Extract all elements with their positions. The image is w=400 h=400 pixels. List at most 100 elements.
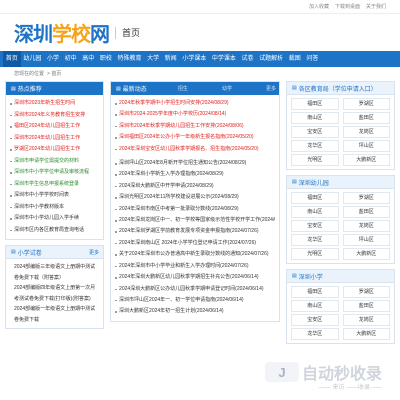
- list-icon: ▤: [116, 85, 121, 92]
- district-link[interactable]: 盐田区: [342, 206, 390, 218]
- district-link[interactable]: 福田区: [291, 286, 339, 298]
- list-item[interactable]: 2024部编版三年级语文上册期中测试卷免费下载（附答案）: [10, 262, 99, 283]
- nav-item[interactable]: 职校: [97, 51, 115, 67]
- more-link[interactable]: 更多: [266, 85, 276, 92]
- news-item[interactable]: 深圳福田区2024年公办小学一年级新生报名指南(2024/05/20): [115, 132, 275, 143]
- panel-header: ▤ 最新动态 招生 幼学 更多: [111, 82, 280, 95]
- news-item[interactable]: 深圳大鹏新区2024年初一招生计划(2024/06/14): [115, 306, 275, 317]
- news-item[interactable]: 2024年深圳宝安区幼儿园秋季学期报名、招生指南(2024/05/20): [115, 144, 275, 155]
- news-item[interactable]: 关于2024年深圳市公办普通高中新生录取分数线的通知(2024/07/26): [115, 249, 275, 260]
- nav-item[interactable]: 试题解析: [256, 51, 286, 67]
- nav-item[interactable]: 首页: [3, 51, 21, 67]
- nav-item[interactable]: 大学: [144, 51, 162, 67]
- district-link[interactable]: 坪山区: [342, 140, 390, 152]
- district-link[interactable]: 光明区: [291, 154, 339, 166]
- district-link[interactable]: 罗湖区: [342, 192, 390, 204]
- district-link[interactable]: 宝安区: [291, 220, 339, 232]
- nav-item[interactable]: 小学课本: [179, 51, 209, 67]
- tab-admission[interactable]: 招生: [178, 85, 188, 92]
- panel-header: ▤ 深圳幼儿园: [287, 176, 394, 189]
- panel-header: ▤ 热点推荐: [6, 82, 104, 95]
- district-link[interactable]: 罗湖区: [342, 98, 390, 110]
- district-link[interactable]: 盐田区: [342, 112, 390, 124]
- district-link[interactable]: 南山区: [291, 300, 339, 312]
- nav-item[interactable]: 中学课本: [209, 51, 239, 67]
- primary-exam-panel: ▤ 小学试卷 更多 2024部编版三年级语文上册期中测试卷免费下载（附答案） 20…: [5, 245, 105, 329]
- list-item[interactable]: 福田区2024年幼儿园招生工作: [10, 121, 99, 133]
- news-item[interactable]: 2024年深圳龙岗区中一、初一学校等国家级示范性学校开学工作(2024/07/2…: [115, 215, 275, 226]
- district-link[interactable]: 大鹏新区: [342, 248, 390, 260]
- district-link[interactable]: 福田区: [291, 192, 339, 204]
- nav-item[interactable]: 特殊教育: [115, 51, 145, 67]
- panel-title: 深圳小学: [298, 274, 323, 281]
- list-item[interactable]: 深圳市2024年幼儿园招生工作: [10, 133, 99, 145]
- news-item[interactable]: 深圳坪山区2024年8月新开学位招生通知公告(2024/08/29): [115, 158, 275, 169]
- district-link[interactable]: 龙岗区: [342, 126, 390, 138]
- news-item[interactable]: 2024年深圳市南区中考第一批录取分数线(2024/08/29): [115, 204, 275, 215]
- news-item[interactable]: 深圳光明区2024年11所学校建设进展公示(2024/08/29): [115, 192, 275, 203]
- list-item[interactable]: 深圳市中小学学校时间表: [10, 190, 99, 202]
- site-logo[interactable]: 深圳学校网: [14, 18, 110, 47]
- nav-item[interactable]: 试卷: [239, 51, 257, 67]
- topbar-link[interactable]: 关于我们: [366, 3, 386, 10]
- news-item[interactable]: 深圳市坪山区2024年一、初一学位申请指南(2024/06/14): [115, 295, 275, 306]
- nav-item[interactable]: 幼儿园: [21, 51, 45, 67]
- list-item[interactable]: 深圳市申请学位需提交的材料: [10, 156, 99, 168]
- district-link[interactable]: 南山区: [291, 112, 339, 124]
- nav-item[interactable]: 高中: [79, 51, 97, 67]
- list-item[interactable]: 罗湖区2024年幼儿园招生工作: [10, 144, 99, 156]
- topbar-link[interactable]: 加入收藏: [309, 3, 329, 10]
- list-item[interactable]: 2024部编版四年级语文上册第一次月考测试卷免费下载(打印版)(附答案): [10, 283, 99, 304]
- panel-header: ▤ 深圳小学: [287, 270, 394, 283]
- district-link[interactable]: 宝安区: [291, 314, 339, 326]
- breadcrumb-current[interactable]: 首页: [51, 71, 61, 77]
- news-item[interactable]: 2024年深圳市中小学毕业和新生入学办理时间(2024/07/26): [115, 261, 275, 272]
- district-link[interactable]: 龙华区: [291, 328, 339, 340]
- list-item[interactable]: 深圳市区内各区教育局查询电话: [10, 225, 99, 237]
- list-item[interactable]: 深圳市2024年义务教育招生安排: [10, 110, 99, 122]
- news-item[interactable]: 2024深圳大鹏新区中开学申请(2024/08/29): [115, 181, 275, 192]
- news-item[interactable]: 2024年深圳罗湖区学前教育发展专项资金申报指南(2024/07/26): [115, 226, 275, 237]
- district-link[interactable]: 福田区: [291, 98, 339, 110]
- district-link[interactable]: 大鹏新区: [342, 154, 390, 166]
- more-link[interactable]: 更多: [89, 249, 99, 256]
- left-column: ▤ 热点推荐 深圳市2023年新生招生时间 深圳市2024年义务教育招生安排 福田区…: [5, 81, 105, 349]
- district-link[interactable]: 光明区: [291, 248, 339, 260]
- nav-item[interactable]: 小学: [44, 51, 62, 67]
- news-list: 2024年秋季学期中小学招生时间安排(2024/08/29) 深圳市2024-20…: [111, 95, 279, 321]
- news-item[interactable]: 2024年深圳南山区 2024年小学学位登记申请工作(2024/07/26): [115, 238, 275, 249]
- news-item[interactable]: 深圳市2024-2025学年度中小学校历(2024/08/14): [115, 109, 275, 120]
- district-link[interactable]: 宝安区: [291, 126, 339, 138]
- district-link[interactable]: 大鹏新区: [342, 328, 390, 340]
- news-item[interactable]: 2024年深圳小学新生入学办理指南(2024/08/29): [115, 169, 275, 180]
- topbar-link[interactable]: 下载到桌面: [335, 3, 360, 10]
- list-item[interactable]: 深圳市学生信息申报系统登录: [10, 179, 99, 191]
- district-link[interactable]: 盐田区: [342, 300, 390, 312]
- news-item[interactable]: 2024深圳大鹏新区公办幼儿园秋季学期申请登记时间(2024/06/14): [115, 284, 275, 295]
- news-item[interactable]: 2024年深圳大鹏新区幼儿园秋季学期招生补充公告(2024/06/14): [115, 272, 275, 283]
- news-item[interactable]: 深圳市2024年秋季学期幼儿园招生工作安排(2024/08/06): [115, 121, 275, 132]
- list-item[interactable]: 深圳市中小学幼儿园入学手续: [10, 213, 99, 225]
- nav-item[interactable]: 问答: [304, 51, 322, 67]
- district-link[interactable]: 龙岗区: [342, 314, 390, 326]
- main-content: ▤ 热点推荐 深圳市2023年新生招生时间 深圳市2024年义务教育招生安排 福田区…: [0, 81, 400, 349]
- main-nav: 首页 幼儿园 小学 初中 高中 职校 特殊教育 大学 新闻 小学课本 中学课本 试卷 试题解析 裁图 问答: [0, 51, 400, 67]
- list-item[interactable]: 深圳市中小学学位申请及审核流程: [10, 167, 99, 179]
- district-link[interactable]: 南山区: [291, 206, 339, 218]
- district-link[interactable]: 坪山区: [342, 234, 390, 246]
- hot-list: 深圳市2023年新生招生时间 深圳市2024年义务教育招生安排 福田区2024年幼儿…: [6, 95, 103, 239]
- district-link[interactable]: 龙岗区: [342, 220, 390, 232]
- district-link[interactable]: 龙华区: [291, 234, 339, 246]
- district-grid: 福田区 罗湖区 南山区 盐田区 宝安区 龙岗区 龙华区 坪山区 光明区 大鹏新区: [287, 189, 394, 263]
- tab-kindergarten[interactable]: 幼学: [222, 85, 232, 92]
- nav-item[interactable]: 裁图: [286, 51, 304, 67]
- news-item[interactable]: 2024年秋季学期中小学招生时间安排(2024/08/29): [115, 98, 275, 109]
- list-item[interactable]: 深圳市2023年新生招生时间: [10, 98, 99, 110]
- district-link[interactable]: 龙华区: [291, 140, 339, 152]
- district-link[interactable]: 罗湖区: [342, 286, 390, 298]
- nav-item[interactable]: 新闻: [162, 51, 180, 67]
- nav-item[interactable]: 初中: [62, 51, 80, 67]
- list-item[interactable]: 深圳市中小学教材版本: [10, 202, 99, 214]
- latest-news-panel: ▤ 最新动态 招生 幼学 更多 2024年秋季学期中小学招生时间安排(2024/…: [110, 81, 281, 322]
- list-item[interactable]: 2024部编版一年级语文上册期中测试卷免费下载: [10, 304, 99, 325]
